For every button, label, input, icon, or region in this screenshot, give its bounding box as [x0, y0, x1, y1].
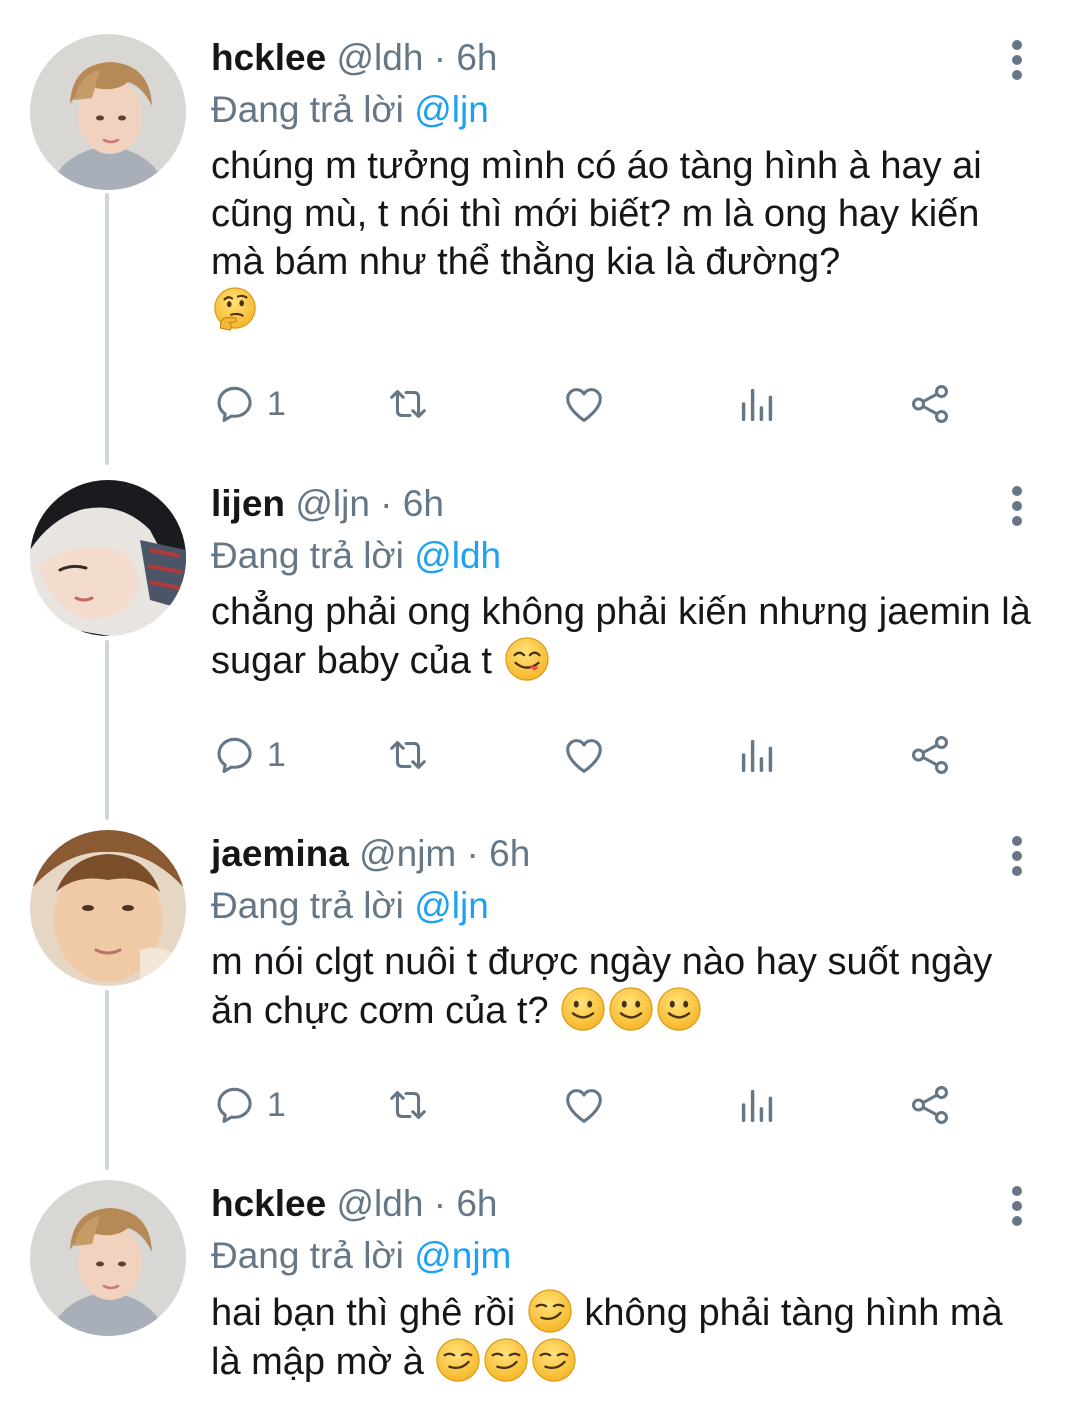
timestamp[interactable]: 6h	[489, 833, 530, 874]
tweet[interactable]: hcklee @ldh · 6h Đang trả lời @ljn chúng…	[0, 34, 1080, 444]
reply-button[interactable]: 1	[211, 730, 286, 780]
replying-to-line: Đang trả lời @ldh	[211, 532, 501, 580]
replying-prefix: Đang trả lời	[211, 1235, 404, 1276]
user-handle[interactable]: @njm	[359, 833, 456, 874]
share-button[interactable]	[907, 1080, 953, 1130]
replying-prefix: Đang trả lời	[211, 89, 404, 130]
retweet-button[interactable]	[385, 379, 431, 429]
display-name[interactable]: jaemina	[211, 833, 349, 874]
thinking-face-emoji	[212, 286, 258, 332]
retweet-button[interactable]	[385, 730, 431, 780]
slight-smile-emoji	[560, 986, 606, 1032]
reply-icon	[211, 1082, 257, 1128]
tweet[interactable]: lijen @ljn · 6h Đang trả lời @ldh chẳng …	[0, 480, 1080, 810]
reply-count: 1	[267, 1085, 286, 1124]
share-icon	[907, 381, 953, 427]
more-vertical-icon[interactable]	[1002, 834, 1032, 878]
tweet-actions: 1	[211, 379, 971, 429]
more-vertical-icon[interactable]	[1002, 1184, 1032, 1228]
heart-icon	[561, 1082, 607, 1128]
reply-button[interactable]: 1	[211, 379, 286, 429]
replying-to-line: Đang trả lời @njm	[211, 1232, 511, 1280]
analytics-button[interactable]	[734, 730, 780, 780]
smirk-face-emoji	[483, 1337, 529, 1383]
retweet-icon	[385, 1082, 431, 1128]
mention-link[interactable]: @ljn	[414, 89, 489, 130]
retweet-icon	[385, 381, 431, 427]
share-button[interactable]	[907, 730, 953, 780]
reply-icon	[211, 381, 257, 427]
share-button[interactable]	[907, 379, 953, 429]
tweet-text: chúng m tưởng mình có áo tàng hình à hay…	[211, 142, 1031, 335]
separator-dot: ·	[433, 1183, 447, 1224]
user-handle[interactable]: @ljn	[295, 483, 370, 524]
tweet-header: hcklee @ldh · 6h	[211, 34, 497, 82]
analytics-button[interactable]	[734, 1080, 780, 1130]
mention-link[interactable]: @njm	[414, 1235, 511, 1276]
tweet-header: jaemina @njm · 6h	[211, 830, 530, 878]
mention-link[interactable]: @ldh	[414, 535, 501, 576]
display-name[interactable]: hcklee	[211, 1183, 326, 1224]
retweet-button[interactable]	[385, 1080, 431, 1130]
more-vertical-icon[interactable]	[1002, 38, 1032, 82]
tweet-text: chẳng phải ong không phải kiến nhưng jae…	[211, 588, 1031, 685]
retweet-icon	[385, 732, 431, 778]
display-name[interactable]: hcklee	[211, 37, 326, 78]
tweet-header: hcklee @ldh · 6h	[211, 1180, 497, 1228]
separator-dot: ·	[433, 37, 447, 78]
heart-icon	[561, 732, 607, 778]
replying-prefix: Đang trả lời	[211, 535, 404, 576]
tweet[interactable]: jaemina @njm · 6h Đang trả lời @ljn m nó…	[0, 830, 1080, 1160]
more-vertical-icon[interactable]	[1002, 484, 1032, 528]
user-handle[interactable]: @ldh	[336, 37, 423, 78]
share-icon	[907, 732, 953, 778]
analytics-button[interactable]	[734, 379, 780, 429]
slight-smile-emoji	[608, 986, 654, 1032]
avatar[interactable]	[30, 480, 186, 636]
analytics-icon	[734, 732, 780, 778]
reply-count: 1	[267, 735, 286, 774]
heart-icon	[561, 381, 607, 427]
smirk-face-emoji	[527, 1288, 573, 1334]
separator-dot: ·	[466, 833, 479, 874]
analytics-icon	[734, 381, 780, 427]
tweet-text-content: chúng m tưởng mình có áo tàng hình à hay…	[211, 145, 982, 283]
tweet-actions: 1	[211, 730, 971, 780]
tweet-actions: 1	[211, 1080, 971, 1130]
tweet-text: hai bạn thì ghê rồi không phải tàng hình…	[211, 1288, 1031, 1386]
share-icon	[907, 1082, 953, 1128]
avatar[interactable]	[30, 34, 186, 190]
tweet-text: m nói clgt nuôi t được ngày nào hay suốt…	[211, 938, 1031, 1035]
replying-to-line: Đang trả lời @ljn	[211, 86, 489, 134]
tweet-text-content: hai bạn thì ghê rồi	[211, 1292, 516, 1334]
avatar[interactable]	[30, 1180, 186, 1336]
replying-prefix: Đang trả lời	[211, 885, 404, 926]
like-button[interactable]	[561, 379, 607, 429]
like-button[interactable]	[561, 1080, 607, 1130]
smirk-face-emoji	[531, 1337, 577, 1383]
mention-link[interactable]: @ljn	[414, 885, 489, 926]
avatar[interactable]	[30, 830, 186, 986]
analytics-icon	[734, 1082, 780, 1128]
like-button[interactable]	[561, 730, 607, 780]
reply-button[interactable]: 1	[211, 1080, 286, 1130]
user-handle[interactable]: @ldh	[336, 1183, 423, 1224]
tweet-thread: hcklee @ldh · 6h Đang trả lời @ljn chúng…	[0, 0, 1080, 1417]
slight-smile-emoji	[656, 986, 702, 1032]
tweet[interactable]: hcklee @ldh · 6h Đang trả lời @njm hai b…	[0, 1180, 1080, 1417]
tweet-text-content: chẳng phải ong không phải kiến nhưng jae…	[211, 591, 1031, 682]
separator-dot: ·	[380, 483, 393, 524]
tweet-header: lijen @ljn · 6h	[211, 480, 444, 528]
replying-to-line: Đang trả lời @ljn	[211, 882, 489, 930]
reply-count: 1	[267, 384, 286, 423]
reply-icon	[211, 732, 257, 778]
timestamp[interactable]: 6h	[456, 37, 497, 78]
display-name[interactable]: lijen	[211, 483, 285, 524]
timestamp[interactable]: 6h	[403, 483, 444, 524]
yum-face-emoji	[504, 636, 550, 682]
smirk-face-emoji	[435, 1337, 481, 1383]
timestamp[interactable]: 6h	[456, 1183, 497, 1224]
